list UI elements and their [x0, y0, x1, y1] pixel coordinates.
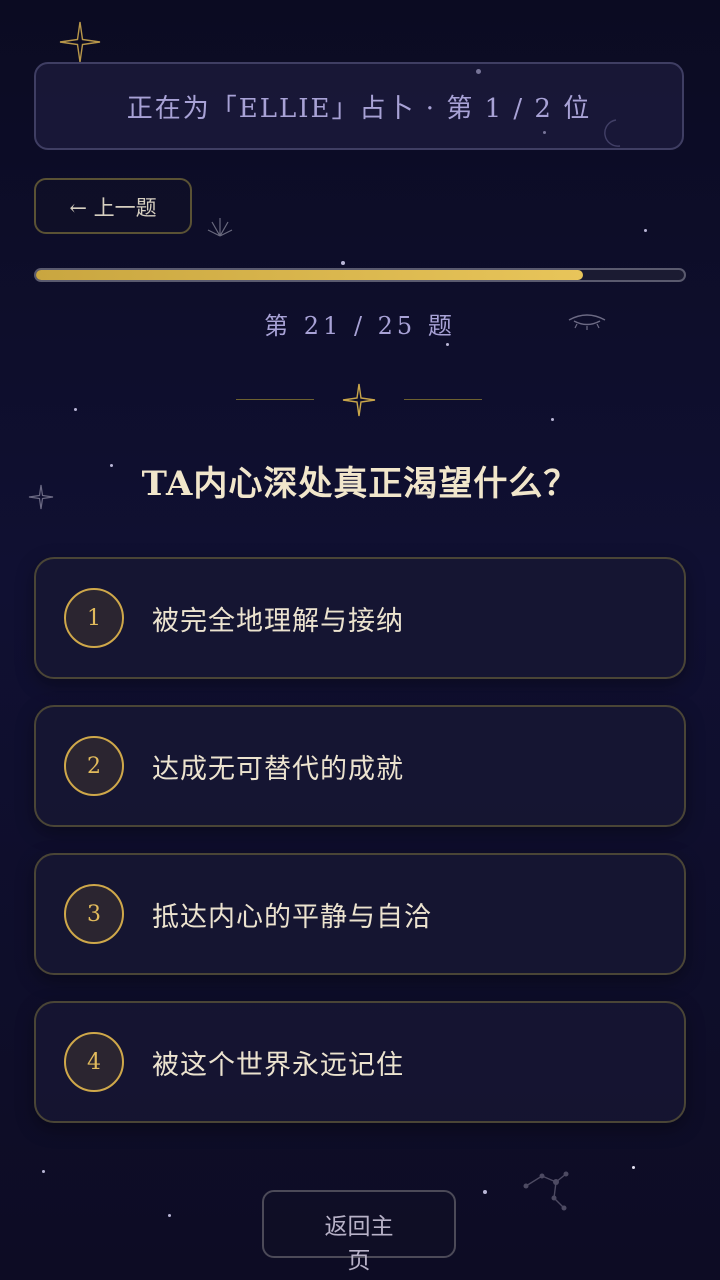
sparkle-star-icon	[59, 21, 101, 63]
star-dot	[632, 1166, 635, 1169]
answer-option-1[interactable]: 1 被完全地理解与接纳	[34, 557, 686, 679]
question-title: TA内心深处真正渴望什么？	[141, 464, 579, 504]
option-number-badge: 2	[64, 736, 124, 796]
option-number-badge: 1	[64, 588, 124, 648]
return-home-label: 返回主页	[324, 1214, 394, 1274]
option-text: 被完全地理解与接纳	[152, 605, 404, 637]
star-dot	[483, 1190, 487, 1194]
reading-target-label: 正在为「ELLIE」占卜 · 第 1 / 2 位	[126, 93, 592, 124]
star-dot	[74, 408, 77, 411]
option-text: 达成无可替代的成就	[152, 753, 404, 785]
previous-question-button[interactable]: ← 上一题	[34, 178, 192, 234]
star-dot	[644, 229, 647, 232]
constellation-icon	[523, 1171, 569, 1211]
progress-bar-fill	[36, 270, 583, 280]
star-dot	[341, 261, 345, 265]
return-home-button[interactable]: 返回主页	[262, 1190, 456, 1274]
option-number-badge: 4	[64, 1032, 124, 1092]
sparkle-star-icon	[342, 383, 376, 417]
option-number-badge: 3	[64, 884, 124, 944]
divider-line-left	[236, 399, 314, 400]
star-dot	[446, 343, 449, 346]
previous-question-label: ← 上一题	[69, 196, 157, 220]
divider-line-right	[404, 399, 482, 400]
answer-option-3[interactable]: 3 抵达内心的平静与自洽	[34, 853, 686, 975]
leaf-sprig-icon	[207, 218, 233, 237]
answer-option-2[interactable]: 2 达成无可替代的成就	[34, 705, 686, 827]
progress-bar	[34, 268, 686, 282]
answer-option-4[interactable]: 4 被这个世界永远记住	[34, 1001, 686, 1123]
reading-target-banner: 正在为「ELLIE」占卜 · 第 1 / 2 位	[34, 62, 684, 150]
question-counter: 第 21 / 25 题	[264, 312, 456, 340]
option-text: 抵达内心的平静与自洽	[152, 901, 432, 933]
star-dot	[551, 418, 554, 421]
star-dot	[168, 1214, 171, 1217]
star-dot	[42, 1170, 45, 1173]
option-text: 被这个世界永远记住	[152, 1049, 404, 1081]
